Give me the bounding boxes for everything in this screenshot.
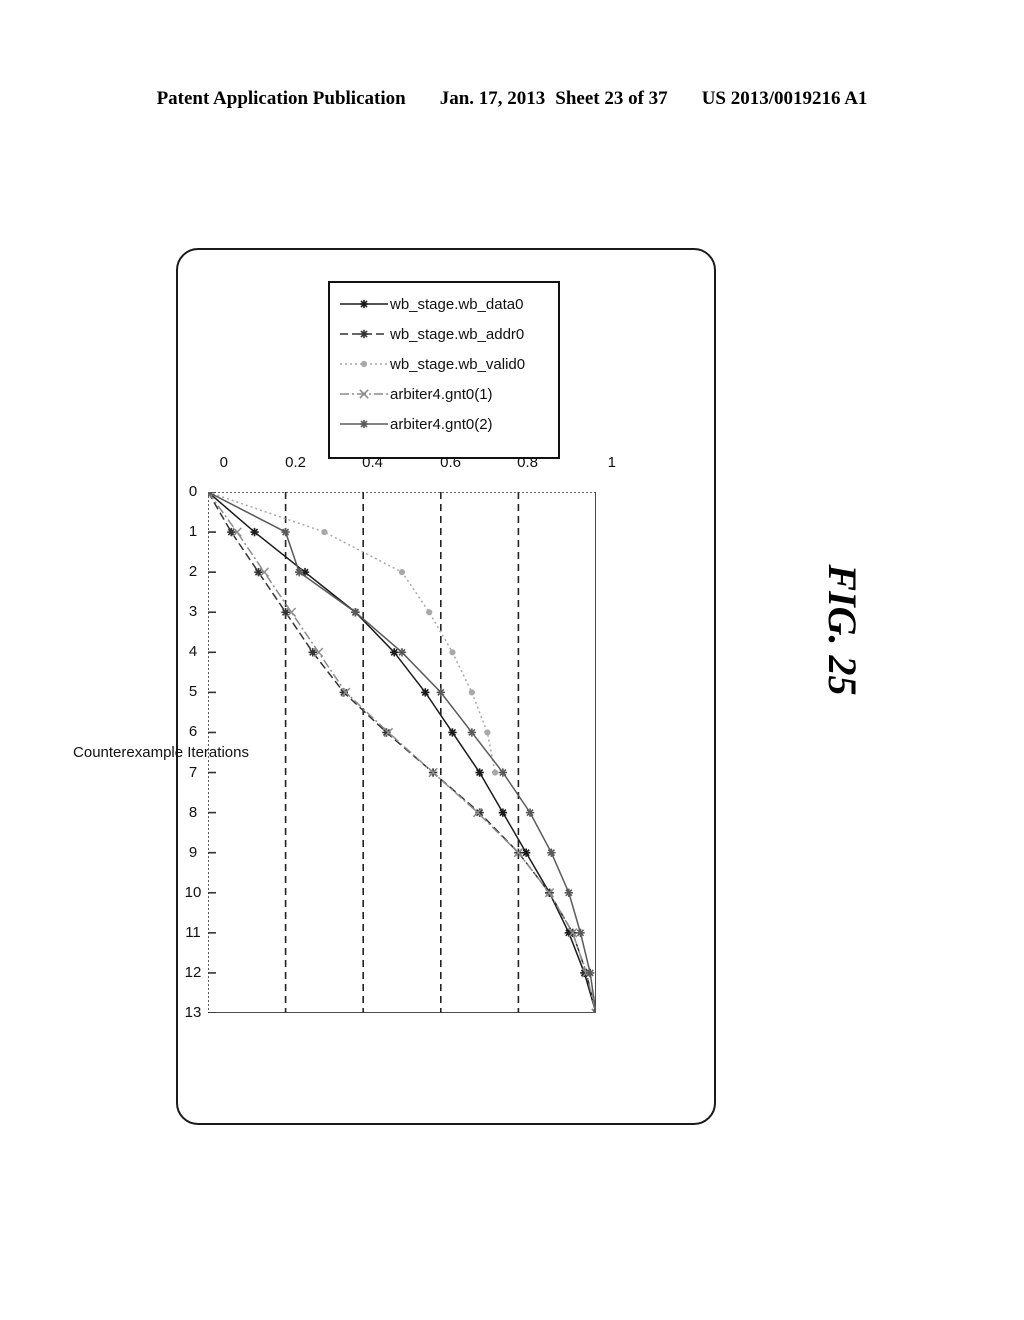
legend-marker-icon [338, 385, 390, 403]
chart-series-group [203, 487, 601, 1018]
data-point-marker [564, 888, 574, 897]
header-patent-number: US 2013/0019216 A1 [701, 88, 868, 109]
data-point-marker [484, 729, 491, 736]
legend-item[interactable]: wb_stage.wb_addr0 [338, 319, 550, 349]
legend-label: wb_stage.wb_data0 [390, 295, 524, 313]
chart-svg [203, 487, 601, 1018]
legend-marker-icon [338, 325, 390, 343]
x-axis-title: Counterexample Iterations [73, 743, 249, 761]
legend-label: wb_stage.wb_valid0 [390, 355, 526, 373]
data-point-marker [359, 329, 369, 339]
data-point-marker [576, 928, 585, 938]
data-point-marker [448, 728, 457, 737]
chart-rotated-wrapper: 0 1 2 3 4 5 6 7 8 9 10 11 12 13 Counterexample Iterati… [73, 281, 616, 1021]
x-tick-label: 10 [184, 883, 202, 901]
data-point-marker [397, 648, 407, 657]
data-point-marker [436, 688, 445, 697]
y-tick-label: 0.2 [284, 454, 306, 471]
header-sheet: Sheet 23 of 37 [555, 88, 668, 109]
data-point-marker [321, 528, 328, 536]
chart: 0 1 2 3 4 5 6 7 8 9 10 11 12 13 Counterexample Iterati… [73, 281, 616, 1021]
data-point-marker [449, 649, 456, 656]
legend-item[interactable]: arbiter4.gnt0(2) [338, 409, 550, 439]
data-point-marker [359, 299, 369, 309]
data-point-marker [547, 848, 556, 857]
data-point-marker [525, 808, 535, 817]
data-point-marker [421, 688, 430, 697]
data-point-marker [492, 769, 499, 776]
x-tick-label: 7 [188, 763, 198, 781]
x-tick-label: 0 [188, 483, 198, 500]
header-date: Jan. 17, 2013 [439, 88, 546, 109]
x-tick-label: 11 [185, 923, 201, 941]
figure-caption: FIG. 25 [820, 564, 865, 696]
chart-legend: wb_stage.wb_data0 wb_stage.wb_addr0 wb_sta… [328, 281, 560, 459]
header-publication: Patent Application Publication [156, 88, 406, 109]
y-tick-label: 1 [607, 454, 616, 471]
legend-marker-icon [338, 355, 390, 373]
x-tick-label: 13 [184, 1004, 202, 1021]
data-point-marker [475, 768, 484, 777]
data-point-marker [467, 728, 477, 737]
legend-marker-icon [338, 295, 390, 313]
x-tick-label: 12 [184, 963, 202, 981]
x-tick-label: 3 [188, 603, 198, 621]
data-point-marker [521, 848, 531, 857]
page-header: Patent Application Publication Jan. 17, 2… [0, 88, 1024, 110]
data-point-marker [398, 569, 406, 576]
legend-item[interactable]: wb_stage.wb_valid0 [338, 349, 550, 379]
data-point-marker [468, 689, 475, 696]
data-point-marker [390, 648, 399, 657]
data-point-marker [360, 360, 368, 368]
data-point-marker [426, 609, 433, 616]
legend-item[interactable]: arbiter4.gnt0(1) [338, 379, 550, 409]
x-tick-label: 1 [188, 523, 198, 541]
x-tick-label: 2 [188, 563, 198, 581]
data-point-marker [498, 808, 508, 817]
x-tick-label: 8 [188, 803, 198, 821]
x-tick-label: 4 [188, 643, 198, 661]
data-point-marker [250, 527, 259, 537]
x-tick-label: 6 [188, 723, 198, 741]
data-point-marker [498, 768, 508, 777]
data-point-marker [294, 567, 304, 577]
data-point-marker [351, 608, 360, 617]
legend-marker-icon [338, 415, 390, 433]
legend-label: arbiter4.gnt0(2) [390, 415, 493, 433]
legend-label: wb_stage.wb_addr0 [390, 325, 525, 343]
data-point-marker [281, 527, 290, 537]
y-tick-label: 0 [219, 454, 228, 471]
x-tick-label: 9 [188, 843, 198, 861]
x-tick-label: 5 [188, 683, 198, 701]
data-point-marker [359, 419, 369, 429]
data-point-marker [585, 968, 595, 978]
legend-item[interactable]: wb_stage.wb_data0 [338, 289, 550, 319]
legend-label: arbiter4.gnt0(1) [390, 385, 493, 403]
